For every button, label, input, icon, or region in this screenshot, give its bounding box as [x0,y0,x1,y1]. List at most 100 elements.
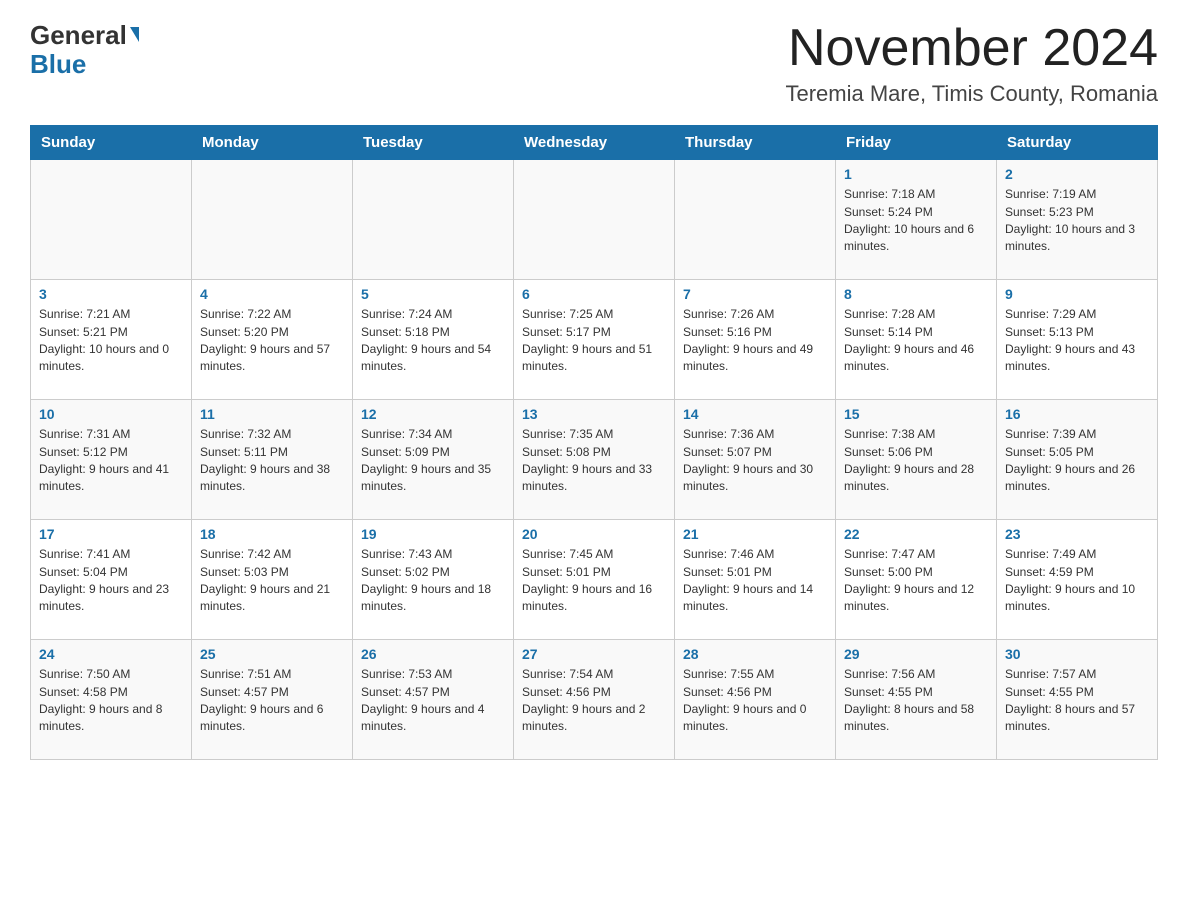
table-row: 16Sunrise: 7:39 AMSunset: 5:05 PMDayligh… [997,400,1158,520]
table-row: 27 Sunrise: 7:54 AMSunset: 4:56 PMDayligh… [514,640,675,760]
day-number: 7 [683,286,827,302]
table-row: 8 Sunrise: 7:28 AMSunset: 5:14 PMDaylight… [836,280,997,400]
table-row: 25 Sunrise: 7:51 AMSunset: 4:57 PMDayligh… [192,640,353,760]
table-row: 14 Sunrise: 7:36 AMSunset: 5:07 PMDayligh… [675,400,836,520]
table-row: 15Sunrise: 7:38 AMSunset: 5:06 PMDayligh… [836,400,997,520]
header-friday: Friday [836,126,997,160]
table-row [675,160,836,280]
day-number: 12 [361,406,505,422]
day-number: 11 [200,406,344,422]
month-title: November 2024 [786,20,1159,77]
day-info: Sunrise: 7:47 AMSunset: 5:00 PMDaylight:… [844,546,988,616]
day-number: 20 [522,526,666,542]
day-info: Sunrise: 7:31 AMSunset: 5:12 PMDaylight:… [39,426,183,496]
day-info: Sunrise: 7:36 AMSunset: 5:07 PMDaylight:… [683,426,827,496]
table-row: 5Sunrise: 7:24 AMSunset: 5:18 PMDaylight… [353,280,514,400]
calendar-week-row: 10Sunrise: 7:31 AMSunset: 5:12 PMDayligh… [31,400,1158,520]
day-info: Sunrise: 7:50 AMSunset: 4:58 PMDaylight:… [39,666,183,736]
day-number: 19 [361,526,505,542]
table-row: 1 Sunrise: 7:18 AMSunset: 5:24 PMDaylight… [836,160,997,280]
day-number: 8 [844,286,988,302]
day-info: Sunrise: 7:19 AMSunset: 5:23 PMDaylight:… [1005,186,1149,256]
table-row: 12 Sunrise: 7:34 AMSunset: 5:09 PMDayligh… [353,400,514,520]
table-row: 21Sunrise: 7:46 AMSunset: 5:01 PMDayligh… [675,520,836,640]
table-row: 24 Sunrise: 7:50 AMSunset: 4:58 PMDayligh… [31,640,192,760]
day-info: Sunrise: 7:39 AMSunset: 5:05 PMDaylight:… [1005,426,1149,496]
header-monday: Monday [192,126,353,160]
day-info: Sunrise: 7:18 AMSunset: 5:24 PMDaylight:… [844,186,988,256]
day-info: Sunrise: 7:25 AMSunset: 5:17 PMDaylight:… [522,306,666,376]
day-number: 21 [683,526,827,542]
day-info: Sunrise: 7:43 AMSunset: 5:02 PMDaylight:… [361,546,505,616]
calendar-week-row: 1 Sunrise: 7:18 AMSunset: 5:24 PMDaylight… [31,160,1158,280]
day-number: 23 [1005,526,1149,542]
day-info: Sunrise: 7:49 AMSunset: 4:59 PMDaylight:… [1005,546,1149,616]
day-number: 13 [522,406,666,422]
day-info: Sunrise: 7:28 AMSunset: 5:14 PMDaylight:… [844,306,988,376]
day-info: Sunrise: 7:45 AMSunset: 5:01 PMDaylight:… [522,546,666,616]
day-number: 25 [200,646,344,662]
day-info: Sunrise: 7:21 AMSunset: 5:21 PMDaylight:… [39,306,183,376]
day-number: 24 [39,646,183,662]
table-row: 20 Sunrise: 7:45 AMSunset: 5:01 PMDayligh… [514,520,675,640]
day-number: 1 [844,166,988,182]
day-info: Sunrise: 7:57 AMSunset: 4:55 PMDaylight:… [1005,666,1149,736]
table-row: 18 Sunrise: 7:42 AMSunset: 5:03 PMDayligh… [192,520,353,640]
logo: General Blue [30,20,139,77]
day-number: 26 [361,646,505,662]
table-row: 3 Sunrise: 7:21 AMSunset: 5:21 PMDaylight… [31,280,192,400]
logo-general-text: General [30,20,127,51]
table-row [31,160,192,280]
day-number: 14 [683,406,827,422]
table-row: 26 Sunrise: 7:53 AMSunset: 4:57 PMDayligh… [353,640,514,760]
table-row: 13 Sunrise: 7:35 AMSunset: 5:08 PMDayligh… [514,400,675,520]
header-sunday: Sunday [31,126,192,160]
day-info: Sunrise: 7:53 AMSunset: 4:57 PMDaylight:… [361,666,505,736]
day-info: Sunrise: 7:29 AMSunset: 5:13 PMDaylight:… [1005,306,1149,376]
day-number: 18 [200,526,344,542]
header-tuesday: Tuesday [353,126,514,160]
table-row: 4 Sunrise: 7:22 AMSunset: 5:20 PMDaylight… [192,280,353,400]
weekday-header-row: Sunday Monday Tuesday Wednesday Thursday… [31,126,1158,160]
day-info: Sunrise: 7:56 AMSunset: 4:55 PMDaylight:… [844,666,988,736]
logo-triangle-icon [130,27,139,42]
day-number: 17 [39,526,183,542]
day-number: 4 [200,286,344,302]
calendar-week-row: 17 Sunrise: 7:41 AMSunset: 5:04 PMDayligh… [31,520,1158,640]
day-number: 28 [683,646,827,662]
day-info: Sunrise: 7:41 AMSunset: 5:04 PMDaylight:… [39,546,183,616]
day-info: Sunrise: 7:32 AMSunset: 5:11 PMDaylight:… [200,426,344,496]
day-info: Sunrise: 7:35 AMSunset: 5:08 PMDaylight:… [522,426,666,496]
table-row: 22 Sunrise: 7:47 AMSunset: 5:00 PMDayligh… [836,520,997,640]
calendar-week-row: 3 Sunrise: 7:21 AMSunset: 5:21 PMDaylight… [31,280,1158,400]
calendar-week-row: 24 Sunrise: 7:50 AMSunset: 4:58 PMDayligh… [31,640,1158,760]
day-number: 3 [39,286,183,302]
table-row: 6 Sunrise: 7:25 AMSunset: 5:17 PMDaylight… [514,280,675,400]
table-row: 30 Sunrise: 7:57 AMSunset: 4:55 PMDayligh… [997,640,1158,760]
header-thursday: Thursday [675,126,836,160]
table-row: 19 Sunrise: 7:43 AMSunset: 5:02 PMDayligh… [353,520,514,640]
table-row: 29Sunrise: 7:56 AMSunset: 4:55 PMDayligh… [836,640,997,760]
day-info: Sunrise: 7:22 AMSunset: 5:20 PMDaylight:… [200,306,344,376]
table-row: 28Sunrise: 7:55 AMSunset: 4:56 PMDayligh… [675,640,836,760]
day-number: 22 [844,526,988,542]
table-row: 11 Sunrise: 7:32 AMSunset: 5:11 PMDayligh… [192,400,353,520]
day-number: 2 [1005,166,1149,182]
day-info: Sunrise: 7:24 AMSunset: 5:18 PMDaylight:… [361,306,505,376]
table-row: 2 Sunrise: 7:19 AMSunset: 5:23 PMDaylight… [997,160,1158,280]
day-number: 30 [1005,646,1149,662]
day-info: Sunrise: 7:42 AMSunset: 5:03 PMDaylight:… [200,546,344,616]
table-row [192,160,353,280]
table-row [353,160,514,280]
day-info: Sunrise: 7:54 AMSunset: 4:56 PMDaylight:… [522,666,666,736]
day-info: Sunrise: 7:38 AMSunset: 5:06 PMDaylight:… [844,426,988,496]
calendar-table: Sunday Monday Tuesday Wednesday Thursday… [30,125,1158,760]
day-info: Sunrise: 7:34 AMSunset: 5:09 PMDaylight:… [361,426,505,496]
day-number: 6 [522,286,666,302]
day-number: 27 [522,646,666,662]
header-wednesday: Wednesday [514,126,675,160]
day-number: 9 [1005,286,1149,302]
day-info: Sunrise: 7:51 AMSunset: 4:57 PMDaylight:… [200,666,344,736]
table-row [514,160,675,280]
location-subtitle: Teremia Mare, Timis County, Romania [786,81,1159,107]
